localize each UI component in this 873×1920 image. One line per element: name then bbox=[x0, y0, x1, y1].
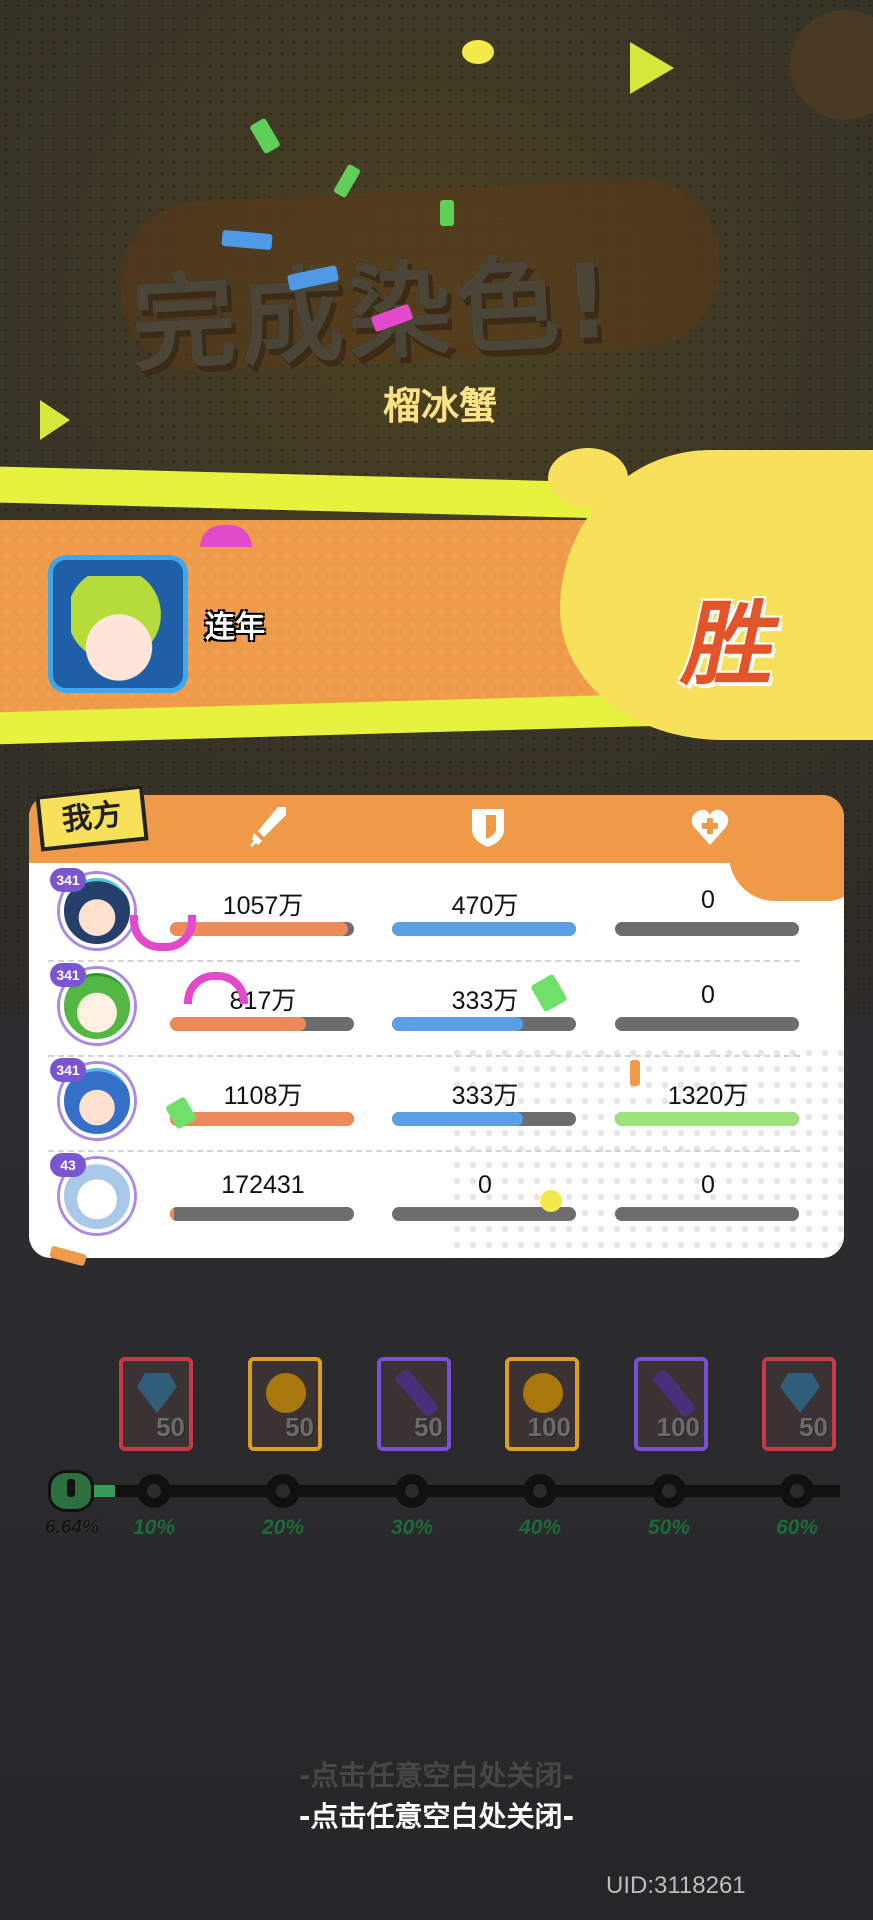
heart-plus-icon bbox=[691, 809, 729, 845]
confetti bbox=[630, 1060, 640, 1086]
team-tag: 我方 bbox=[35, 784, 149, 852]
paint-splash-drop bbox=[548, 448, 628, 508]
defense-bar bbox=[392, 1112, 576, 1126]
crayon-icon bbox=[651, 1367, 697, 1419]
alert-icon bbox=[67, 1479, 75, 1497]
reward-amount: 100 bbox=[527, 1412, 571, 1442]
reward-amount: 50 bbox=[156, 1412, 185, 1442]
bar-fill bbox=[392, 922, 576, 936]
reward-item[interactable]: 50 bbox=[119, 1357, 193, 1451]
defense-bar bbox=[392, 1017, 576, 1031]
milestone-node bbox=[652, 1474, 686, 1508]
milestone-label: 20% bbox=[261, 1516, 305, 1539]
current-progress-label: 6.64% bbox=[45, 1517, 99, 1538]
milestone-label: 40% bbox=[518, 1516, 562, 1539]
reward-amount: 50 bbox=[285, 1412, 314, 1442]
player-avatar[interactable] bbox=[48, 555, 188, 693]
coin-icon bbox=[523, 1373, 563, 1413]
confetti bbox=[440, 200, 454, 226]
damage-value: 1108万 bbox=[223, 1082, 303, 1110]
heal-value: 0 bbox=[701, 981, 715, 1009]
milestone-label: 10% bbox=[132, 1516, 176, 1539]
unit-level-badge: 341 bbox=[50, 963, 86, 987]
heal-value: 0 bbox=[701, 1171, 715, 1199]
damage-bar bbox=[170, 1017, 354, 1031]
reward-amount: 50 bbox=[799, 1412, 828, 1442]
heal-bar bbox=[615, 1112, 799, 1126]
reward-item[interactable]: 50 bbox=[762, 1357, 836, 1451]
map-name: 榴冰蟹 bbox=[382, 384, 497, 428]
coin-icon bbox=[266, 1373, 306, 1413]
play-icon-decoration bbox=[40, 400, 70, 440]
paint-splash-drop bbox=[690, 460, 730, 500]
bar-fill bbox=[170, 922, 349, 936]
heal-bar bbox=[615, 1207, 799, 1221]
row-separator bbox=[48, 1150, 800, 1152]
player-name: 连年 bbox=[205, 610, 265, 645]
defense-value: 333万 bbox=[451, 1082, 519, 1110]
damage-value: 1057万 bbox=[222, 892, 304, 920]
milestone-label: 50% bbox=[647, 1516, 691, 1539]
reward-amount: 100 bbox=[656, 1412, 700, 1442]
bar-fill bbox=[170, 1017, 307, 1031]
damage-value: 172431 bbox=[221, 1171, 305, 1199]
confetti bbox=[462, 40, 494, 64]
close-hint-shadow: -点击任意空白处关闭- bbox=[298, 1759, 575, 1792]
defense-bar bbox=[392, 922, 576, 936]
progress-track bbox=[60, 1485, 840, 1497]
current-progress-marker bbox=[48, 1470, 94, 1512]
result-screen[interactable]: 完成染色! 榴冰蟹 胜 连年 我方 341 1057万 470万 0 341 8… bbox=[0, 0, 873, 1920]
heal-value: 1320万 bbox=[667, 1082, 749, 1110]
heal-bar bbox=[615, 922, 799, 936]
bar-fill bbox=[170, 1112, 354, 1126]
row-separator bbox=[48, 1055, 800, 1057]
milestone-node bbox=[137, 1474, 171, 1508]
unit-level-badge: 341 bbox=[50, 1058, 86, 1082]
unit-level-badge: 43 bbox=[50, 1153, 86, 1177]
confetti bbox=[540, 1190, 562, 1212]
diamond-icon bbox=[780, 1373, 820, 1413]
milestone-node bbox=[780, 1474, 814, 1508]
crayon-icon bbox=[394, 1367, 440, 1419]
avatar-image bbox=[71, 576, 167, 686]
damage-bar bbox=[170, 1112, 354, 1126]
heal-bar bbox=[615, 1017, 799, 1031]
diamond-icon bbox=[137, 1373, 177, 1413]
reward-item[interactable]: 100 bbox=[505, 1357, 579, 1451]
heal-value: 0 bbox=[701, 886, 715, 914]
bar-fill bbox=[615, 1112, 799, 1126]
user-id: UID:3118261 bbox=[606, 1872, 746, 1899]
milestone-node bbox=[523, 1474, 557, 1508]
shield-icon bbox=[472, 809, 504, 847]
sword-icon bbox=[250, 807, 286, 847]
defense-value: 470万 bbox=[451, 892, 519, 920]
bar-fill bbox=[170, 1207, 174, 1221]
bar-fill bbox=[392, 1112, 523, 1126]
row-separator bbox=[48, 960, 800, 962]
reward-item[interactable]: 50 bbox=[248, 1357, 322, 1451]
close-hint[interactable]: -点击任意空白处关闭- bbox=[0, 1795, 873, 1835]
reward-amount: 50 bbox=[414, 1412, 443, 1442]
milestone-label: 30% bbox=[390, 1516, 434, 1539]
reward-item[interactable]: 50 bbox=[377, 1357, 451, 1451]
damage-bar bbox=[170, 1207, 354, 1221]
milestone-label: 60% bbox=[775, 1516, 819, 1539]
damage-bar bbox=[170, 922, 354, 936]
play-icon-decoration bbox=[630, 42, 674, 94]
unit-level-badge: 341 bbox=[50, 868, 86, 892]
bar-fill bbox=[392, 1017, 523, 1031]
milestone-node bbox=[395, 1474, 429, 1508]
reward-item[interactable]: 100 bbox=[634, 1357, 708, 1451]
milestone-node bbox=[266, 1474, 300, 1508]
